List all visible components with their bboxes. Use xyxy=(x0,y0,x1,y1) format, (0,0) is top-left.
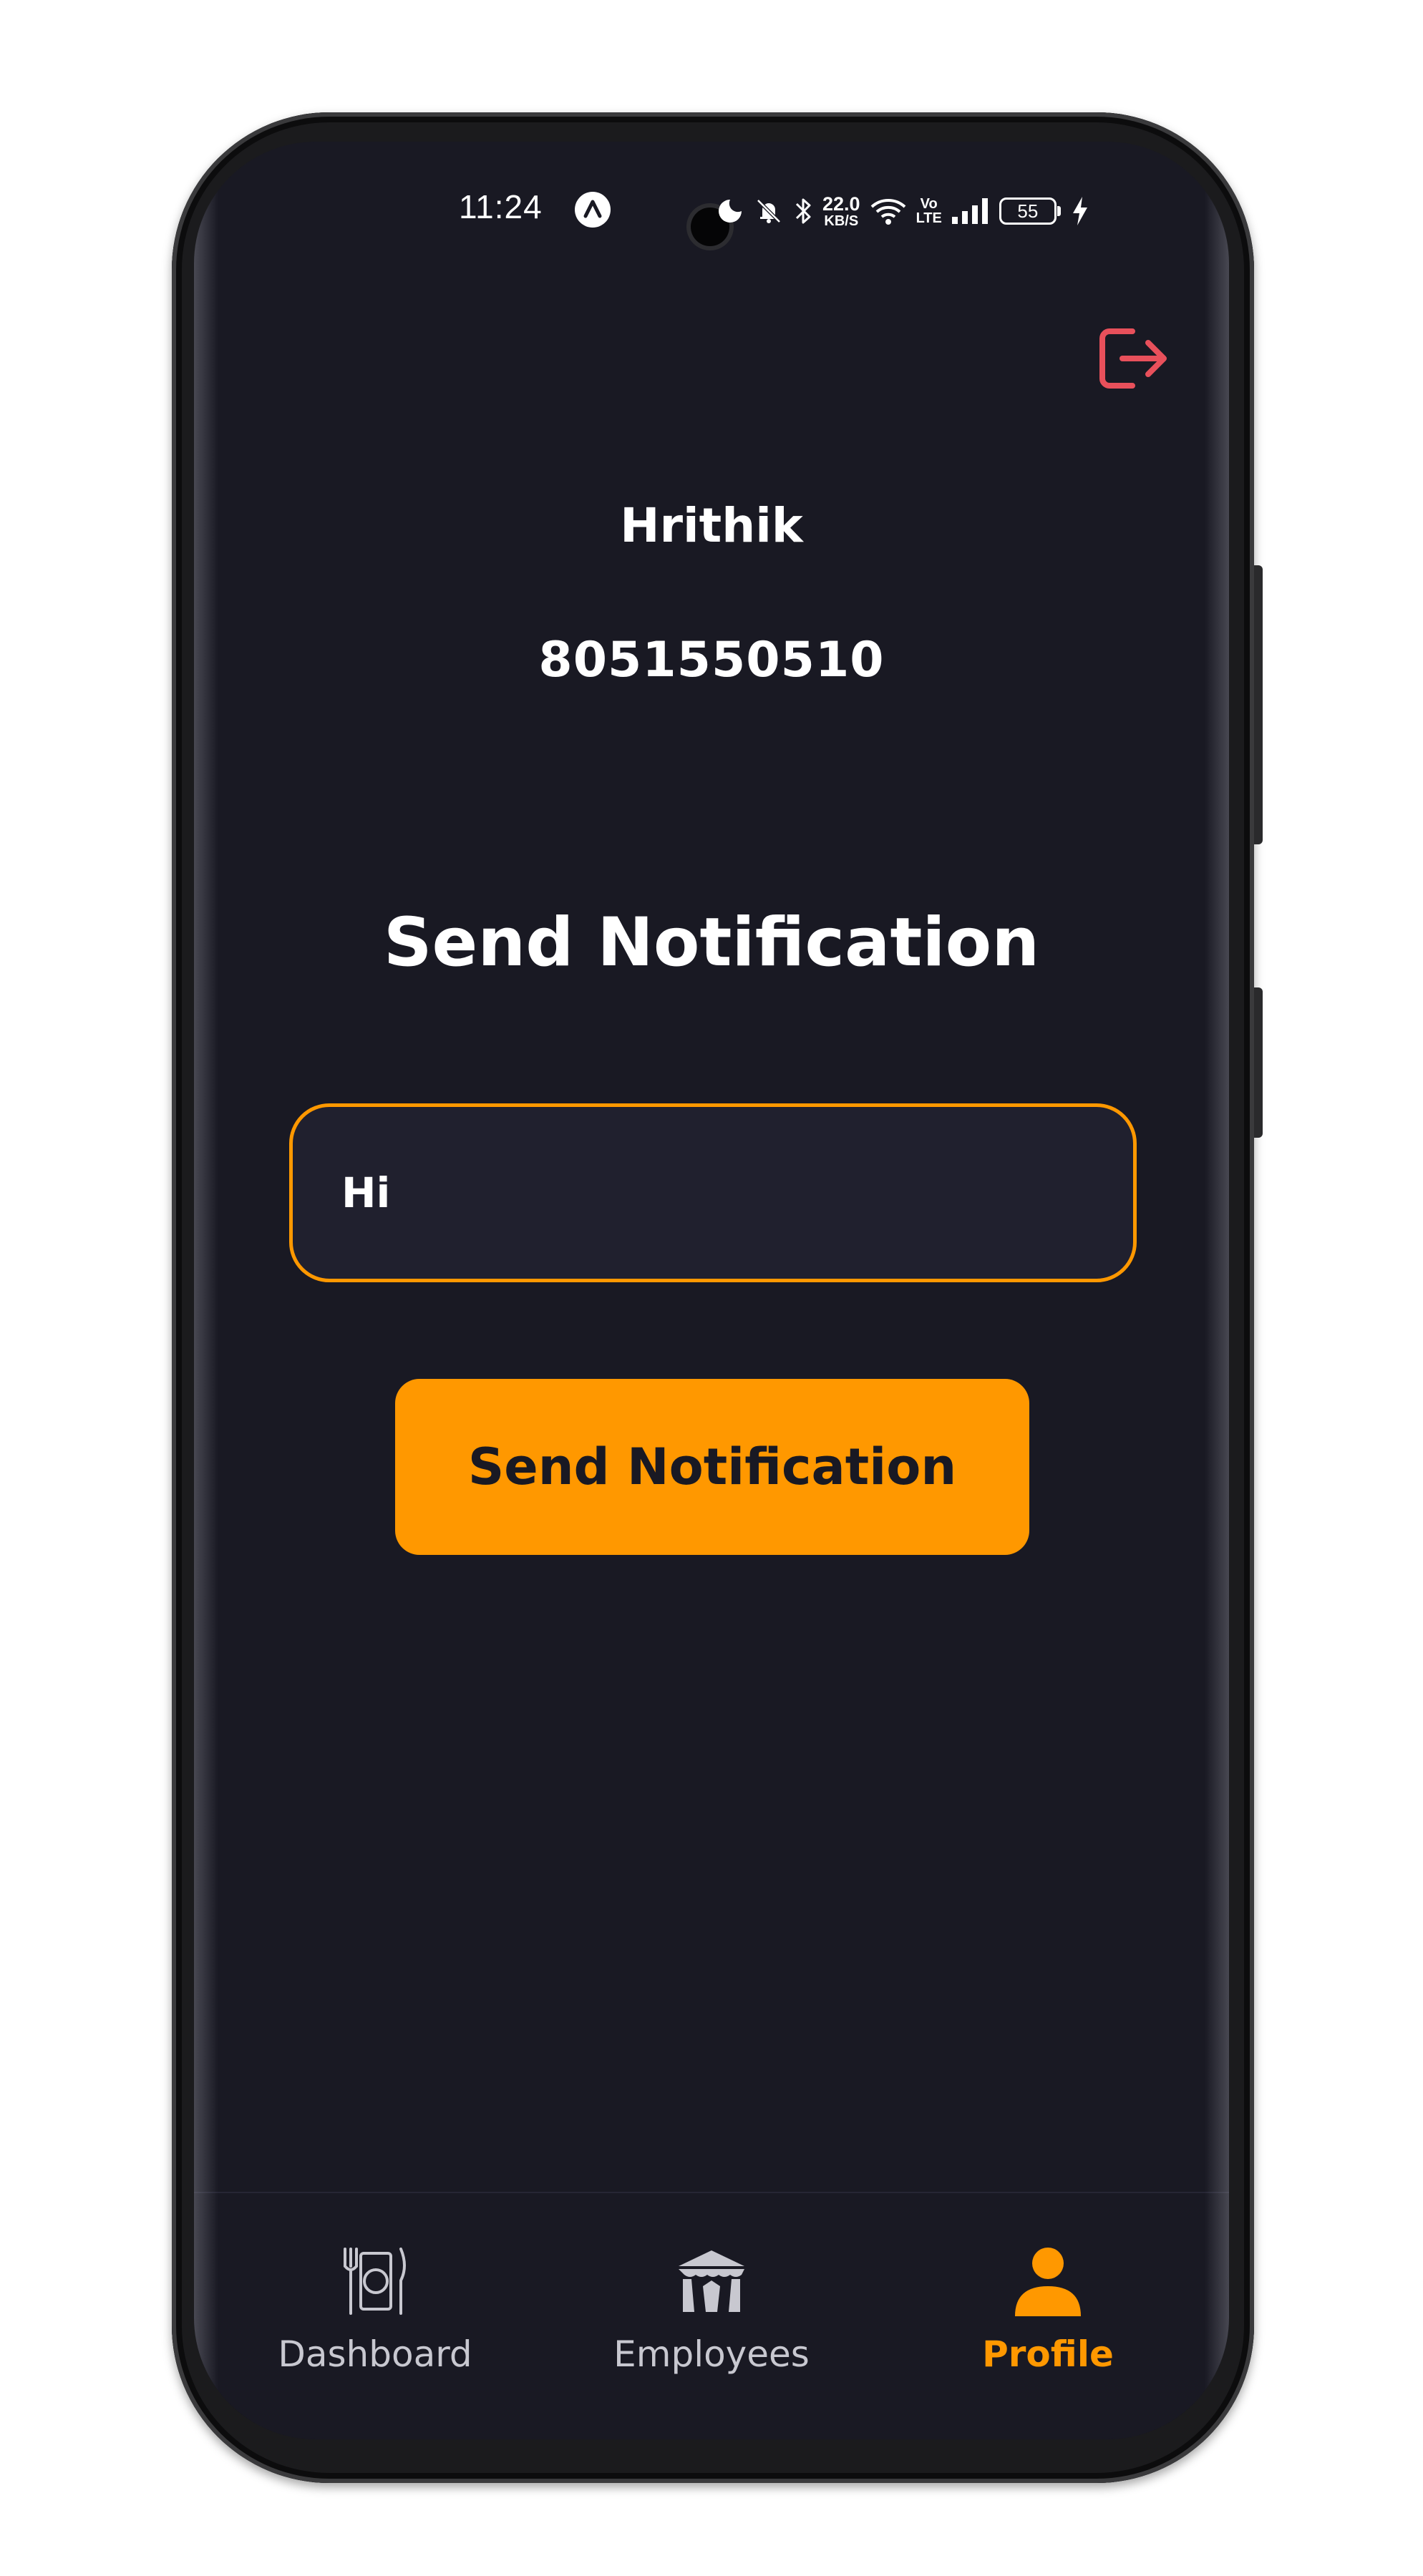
net-speed: 22.0 KB/S xyxy=(822,192,860,229)
signal-icon xyxy=(951,197,991,225)
section-title: Send Notification xyxy=(383,904,1040,982)
charging-icon xyxy=(1071,195,1089,227)
user-phone: 8051550510 xyxy=(538,632,885,688)
logout-icon xyxy=(1099,328,1167,389)
battery-indicator: 55 xyxy=(999,197,1061,225)
dnd-icon xyxy=(715,196,745,226)
person-icon xyxy=(1012,2245,1084,2319)
bluetooth-icon xyxy=(792,195,814,227)
nav-item-dashboard[interactable]: Dashboard xyxy=(232,2245,518,2375)
nav-item-employees[interactable]: Employees xyxy=(568,2245,855,2375)
logout-button[interactable] xyxy=(1094,319,1173,398)
notification-message-input[interactable] xyxy=(289,1103,1137,1282)
bottom-nav: Dashboard Employees Profile xyxy=(194,2192,1229,2439)
mute-bell-icon xyxy=(754,196,784,226)
net-speed-value: 22.0 xyxy=(822,192,860,215)
volte-bottom: LTE xyxy=(916,210,942,226)
status-icons: 22.0 KB/S Vo LTE 55 xyxy=(715,186,1089,236)
app-a-icon xyxy=(575,192,611,228)
volte-top: Vo xyxy=(920,196,938,212)
nav-label-profile: Profile xyxy=(982,2333,1114,2375)
nav-item-profile[interactable]: Profile xyxy=(905,2245,1191,2375)
tent-icon xyxy=(676,2245,747,2319)
power-button xyxy=(1254,987,1263,1138)
status-bar: 11:24 22.0 KB/S Vo LTE 55 xyxy=(194,186,1229,246)
nav-label-employees: Employees xyxy=(613,2333,810,2375)
volume-button xyxy=(1254,565,1263,844)
volte-indicator: Vo LTE xyxy=(916,197,942,225)
user-name: Hrithik xyxy=(620,498,803,553)
send-notification-button[interactable]: Send Notification xyxy=(395,1379,1029,1555)
plate-cutlery-icon xyxy=(339,2245,411,2319)
wifi-icon xyxy=(869,195,908,227)
nav-label-dashboard: Dashboard xyxy=(278,2333,472,2375)
status-time: 11:24 xyxy=(459,188,543,225)
app-screen: 11:24 22.0 KB/S Vo LTE 55 Hrithik 805155… xyxy=(194,142,1229,2439)
net-speed-unit: KB/S xyxy=(824,213,859,229)
